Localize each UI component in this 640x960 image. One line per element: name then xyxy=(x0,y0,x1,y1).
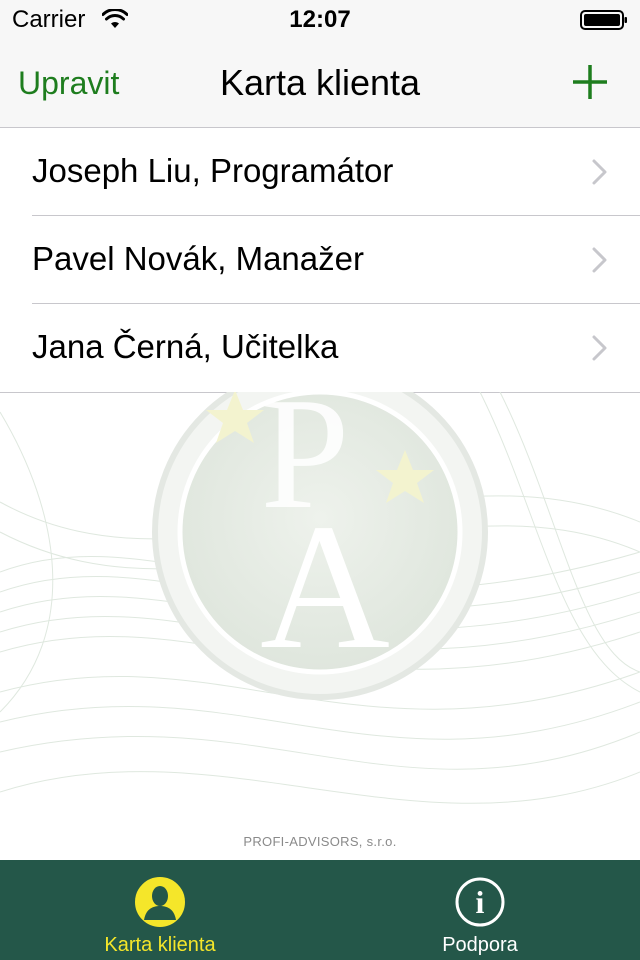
chevron-right-icon xyxy=(592,335,607,361)
plus-icon[interactable] xyxy=(570,62,610,102)
client-row-joseph-liu[interactable]: Joseph Liu, Programátor xyxy=(0,128,640,216)
navigation-bar: Upravit Karta klienta xyxy=(0,40,640,128)
client-row-label: Pavel Novák, Manažer xyxy=(32,240,364,277)
page-title: Karta klienta xyxy=(219,62,421,103)
company-name: PROFI-ADVISORS, s.r.o. xyxy=(243,834,397,849)
svg-text:i: i xyxy=(476,884,485,920)
client-list: Joseph Liu, Programátor Pavel Novák, Man… xyxy=(0,128,640,393)
tab-label: Podpora xyxy=(442,934,518,956)
client-row-label: Joseph Liu, Programátor xyxy=(32,152,394,189)
client-row-jana-cerna[interactable]: Jana Černá, Učitelka xyxy=(0,304,640,392)
pa-logo-graphic: P A xyxy=(152,392,488,700)
tab-bar: Karta klienta i Podpora xyxy=(0,860,640,960)
chevron-right-icon xyxy=(592,247,607,273)
chevron-right-icon xyxy=(592,159,607,185)
battery-icon xyxy=(580,10,627,30)
person-icon xyxy=(135,877,185,927)
client-row-label: Jana Černá, Učitelka xyxy=(32,328,339,365)
svg-text:A: A xyxy=(260,487,390,686)
status-time: 12:07 xyxy=(289,6,351,33)
tab-karta-klienta[interactable]: Karta klienta xyxy=(0,860,320,960)
client-row-pavel-novak[interactable]: Pavel Novák, Manažer xyxy=(0,216,640,304)
background-watermark: P A PROFI-ADVISORS, s.r.o. xyxy=(0,392,640,860)
status-bar: Carrier 12:07 xyxy=(0,0,640,40)
tab-podpora[interactable]: i Podpora xyxy=(320,860,640,960)
tab-label: Karta klienta xyxy=(104,934,216,956)
pa-logo: P A xyxy=(150,392,490,702)
info-icon: i xyxy=(455,877,505,927)
